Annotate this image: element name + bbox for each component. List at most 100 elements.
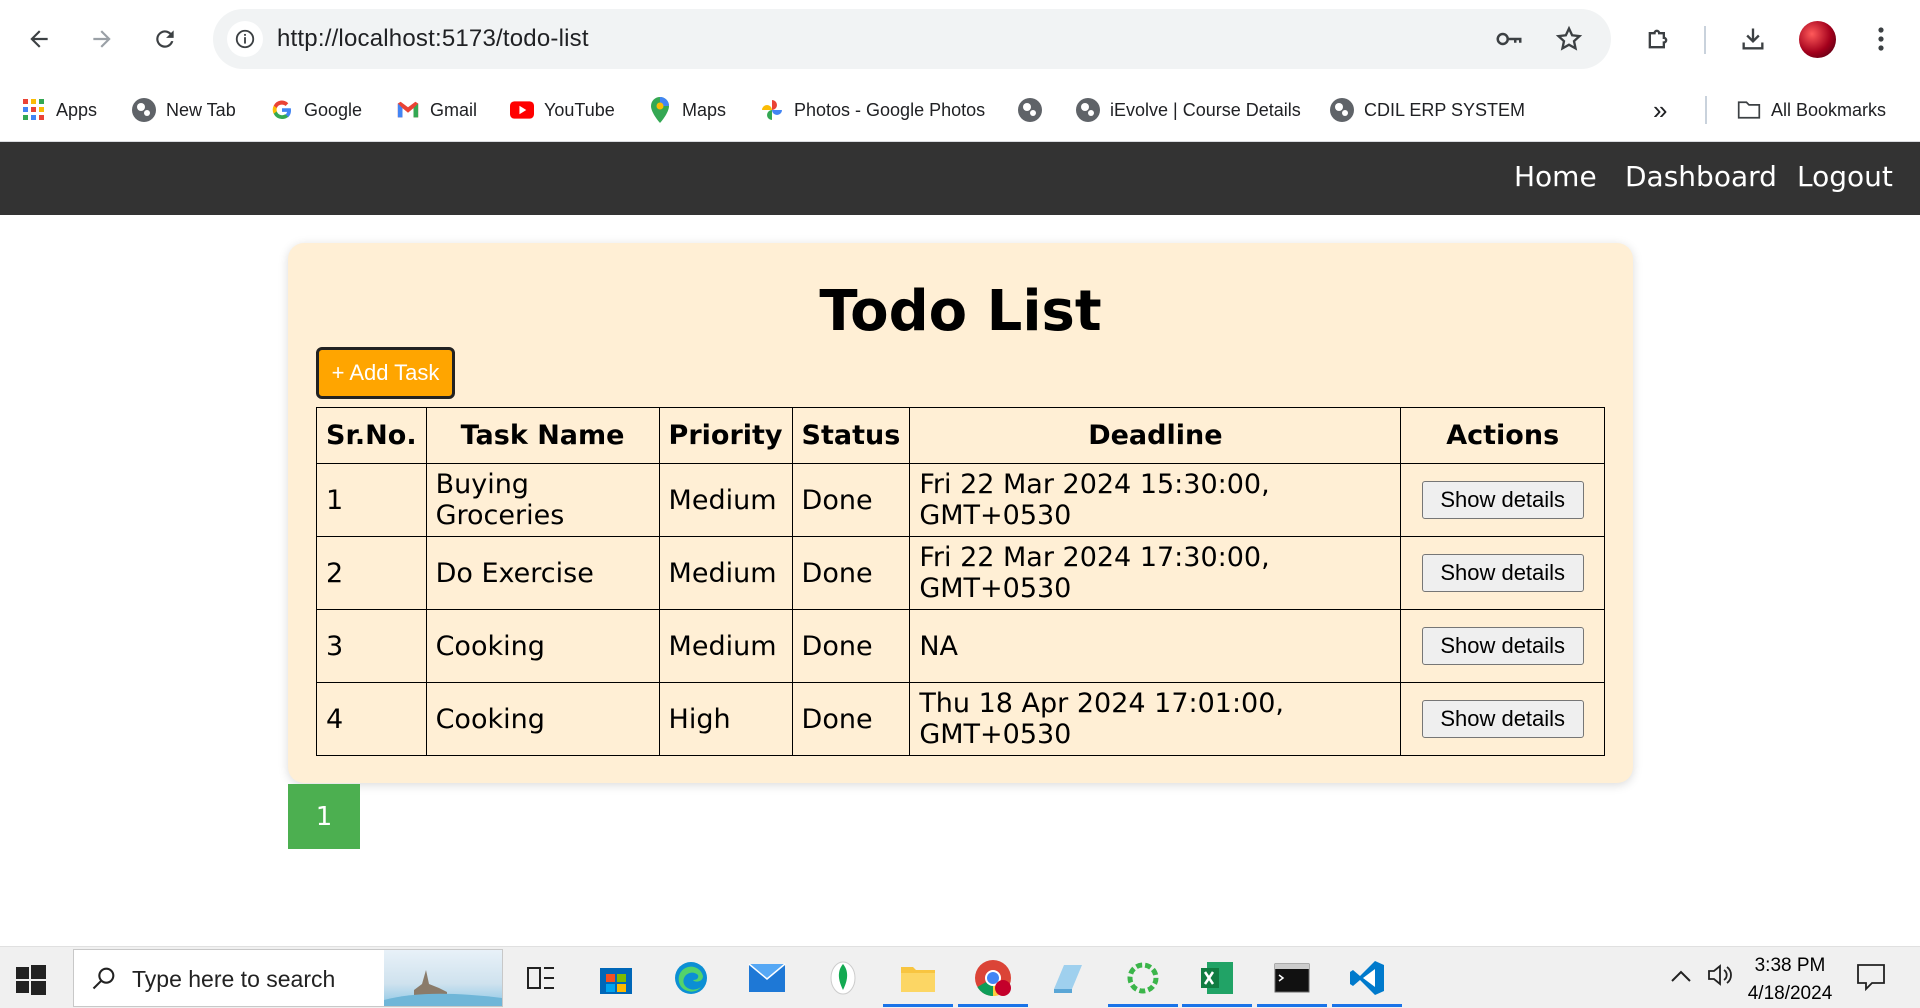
cell-task-name: Do Exercise [425,536,660,610]
show-details-button[interactable]: Show details [1421,554,1584,592]
bookmark-unnamed[interactable] [1018,92,1052,128]
chrome-icon[interactable] [958,957,1028,1007]
bookmarks-bar: Apps New Tab Google Gmail YouTube Maps P… [0,78,1920,142]
cell-task-name: Cooking [425,609,660,683]
task-view-icon[interactable] [516,957,566,999]
cell-priority: Medium [658,463,793,537]
extensions-icon[interactable] [1638,19,1678,59]
toolbar-divider [1704,26,1706,54]
vscode-icon[interactable] [1332,957,1402,1007]
running-indicator [1108,1004,1178,1007]
bookmark-new-tab[interactable]: New Tab [132,92,236,128]
google-icon [270,98,294,122]
bookmark-label: Maps [682,99,727,120]
bookmark-google[interactable]: Google [270,92,362,128]
nav-logout-link[interactable]: Logout [1797,160,1893,193]
todo-table: Sr.No. Task Name Priority Status Deadlin… [316,407,1605,756]
forward-button[interactable] [82,19,122,59]
bookmark-star-icon[interactable] [1553,23,1585,55]
search-icon [92,967,115,990]
windows-start-icon[interactable] [14,963,48,997]
todo-card: Todo List + Add Task Sr.No. Task Name Pr… [288,243,1633,783]
bookmark-apps[interactable]: Apps [22,92,97,128]
system-clock[interactable]: 3:38 PM 4/18/2024 [1740,955,1840,1005]
cell-sr-no: 3 [316,609,427,683]
cell-status: Done [791,463,911,537]
all-bookmarks-label: All Bookmarks [1771,99,1887,120]
mongodb-icon[interactable] [818,957,868,999]
gmail-icon [396,98,420,122]
excel-icon[interactable] [1182,957,1252,1007]
cell-deadline: Fri 22 Mar 2024 15:30:00, GMT+0530 [909,463,1402,537]
cell-sr-no: 1 [316,463,427,537]
show-details-button[interactable]: Show details [1421,627,1584,665]
taskbar-search-box[interactable]: Type here to search [73,949,503,1007]
cell-deadline: Fri 22 Mar 2024 17:30:00, GMT+0530 [909,536,1402,610]
globe-icon [1330,98,1354,122]
downloads-icon[interactable] [1733,19,1773,59]
windows-taskbar: Type here to search 3:38 PM 4/18/2024 [0,946,1920,1008]
table-header-row: Sr.No. Task Name Priority Status Deadlin… [316,407,1605,464]
address-bar[interactable]: http://localhost:5173/todo-list [213,9,1611,69]
add-task-button[interactable]: + Add Task [316,347,455,399]
bookmark-youtube[interactable]: YouTube [510,92,615,128]
bookmark-label: New Tab [166,99,236,120]
password-key-icon[interactable] [1493,23,1525,55]
app-navbar: Home Dashboard Logout [0,142,1920,215]
notification-center-icon[interactable] [1856,963,1886,997]
site-info-icon[interactable] [227,21,263,57]
more-bookmarks-chevron-icon[interactable]: » [1653,92,1667,128]
microsoft-store-icon[interactable] [591,957,641,999]
search-placeholder: Type here to search [132,966,336,992]
cell-task-name: Buying Groceries [425,463,660,537]
bookmarks-divider [1705,96,1707,124]
bookmark-photos[interactable]: Photos - Google Photos [760,92,985,128]
url-text[interactable]: http://localhost:5173/todo-list [277,25,589,53]
reload-icon [156,30,174,48]
pagination-page-button[interactable]: 1 [288,784,360,849]
clock-time: 3:38 PM [1754,955,1826,976]
column-header-deadline: Deadline [909,407,1402,464]
cell-deadline: Thu 18 Apr 2024 17:01:00, GMT+0530 [909,682,1402,756]
arrow-right-icon [93,30,111,48]
back-button[interactable] [19,19,59,59]
cell-sr-no: 2 [316,536,427,610]
file-explorer-icon[interactable] [883,957,953,1007]
apps-grid-icon [22,98,46,122]
bookmark-label: iEvolve | Course Details [1110,99,1301,120]
browser-menu-icon[interactable] [1861,19,1901,59]
cell-status: Done [791,682,911,756]
mail-icon[interactable] [742,957,792,999]
column-header-status: Status [791,407,911,464]
running-indicator [958,1004,1028,1007]
bookmark-maps[interactable]: Maps [648,92,726,128]
show-hidden-icons-chevron-icon[interactable] [1670,967,1692,989]
show-details-button[interactable]: Show details [1421,700,1584,738]
youtube-icon [510,98,534,122]
command-prompt-icon[interactable] [1257,957,1327,1007]
cell-priority: High [658,682,793,756]
profile-avatar[interactable] [1799,21,1836,58]
photos-icon [760,98,784,122]
cell-task-name: Cooking [425,682,660,756]
column-header-task-name: Task Name [425,407,660,464]
show-details-button[interactable]: Show details [1421,481,1584,519]
cell-sr-no: 4 [316,682,427,756]
bookmark-label: Gmail [430,99,478,120]
bookmark-label: Photos - Google Photos [794,99,986,120]
bookmark-ievolve[interactable]: iEvolve | Course Details [1076,92,1301,128]
running-indicator [883,1004,953,1007]
nav-home-link[interactable]: Home [1514,160,1597,193]
notepad-app-icon[interactable] [1043,957,1093,999]
nav-dashboard-link[interactable]: Dashboard [1625,160,1777,193]
maps-icon [648,97,672,123]
cell-deadline: NA [909,609,1402,683]
bookmark-gmail[interactable]: Gmail [396,92,477,128]
volume-icon[interactable] [1706,961,1734,995]
reload-button[interactable] [145,19,185,59]
bookmark-cdil-erp[interactable]: CDIL ERP SYSTEM [1330,92,1525,128]
all-bookmarks-button[interactable]: All Bookmarks [1737,92,1886,128]
edge-browser-icon[interactable] [666,957,716,999]
running-indicator [1257,1004,1327,1007]
loading-ring-app-icon[interactable] [1108,957,1178,1007]
